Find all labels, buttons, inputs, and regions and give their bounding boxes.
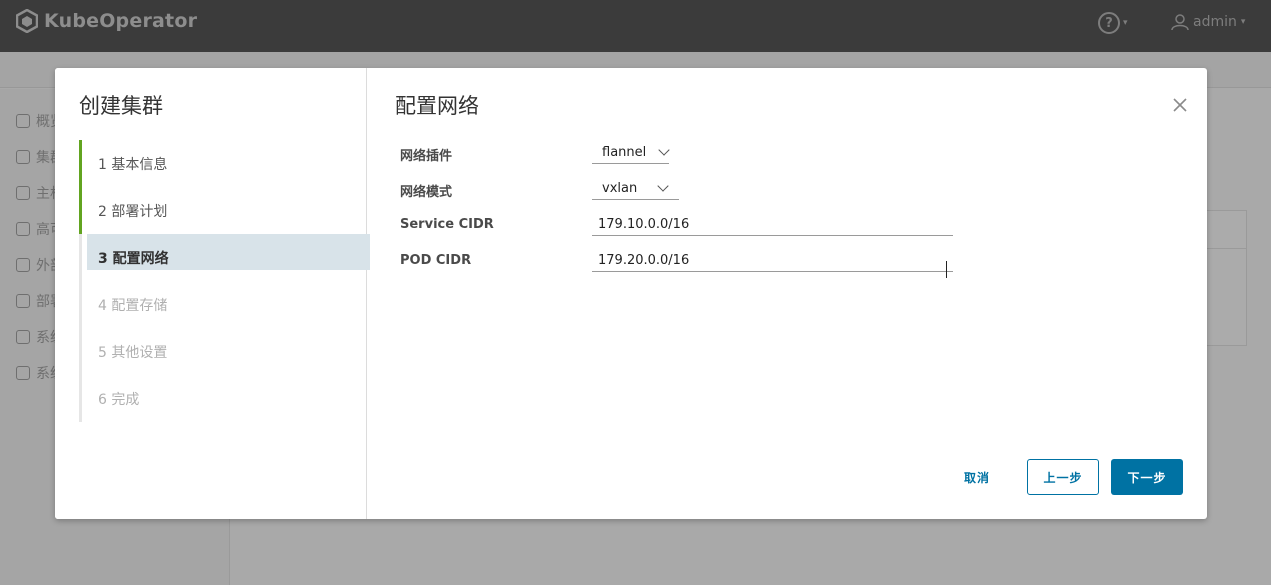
storage-icon [16,258,30,272]
app-logo[interactable]: KubeOperator [16,9,197,33]
background-card [1205,210,1247,346]
copy-icon [16,222,30,236]
network-plugin-label: 网络插件 [400,149,453,164]
chevron-down-icon [658,144,670,156]
step-finish: 6 完成 [79,375,367,422]
create-cluster-wizard: 创建集群 1 基本信息 2 部署计划 3 配置网络 4 配置存储 5 其他设置 … [55,68,1207,519]
help-icon: ? [1098,12,1120,34]
page-title: 配置网络 [395,94,479,118]
dashboard-icon [16,114,30,128]
step-storage-config: 4 配置存储 [79,281,367,328]
list-icon [16,330,30,344]
step-deploy-plan[interactable]: 2 部署计划 [79,187,367,234]
pod-cidr-label: POD CIDR [400,253,472,268]
network-mode-label: 网络模式 [400,185,453,200]
cancel-button[interactable]: 取消 [947,459,1007,495]
user-name: admin [1193,14,1237,30]
step-basic-info[interactable]: 1 基本信息 [79,140,367,187]
text-cursor [946,261,947,278]
help-menu[interactable]: ? ▾ [1098,12,1128,34]
service-cidr-input[interactable] [592,214,953,236]
wizard-content: 配置网络 网络插件 flannel 网络模式 vxlan Service CID… [367,68,1207,519]
previous-button[interactable]: 上一步 [1027,459,1099,495]
wizard-steps: 1 基本信息 2 部署计划 3 配置网络 4 配置存储 5 其他设置 6 完成 [79,140,370,422]
clock-icon [16,294,30,308]
brand-name: KubeOperator [44,10,198,32]
gear-icon [16,366,30,380]
user-icon [1171,14,1189,31]
step-network-config[interactable]: 3 配置网络 [79,234,370,281]
step-other-settings: 5 其他设置 [79,328,367,375]
network-plugin-select[interactable]: flannel [592,142,670,164]
chevron-down-icon: ▾ [1123,18,1128,28]
network-mode-select[interactable]: vxlan [592,178,679,200]
next-button[interactable]: 下一步 [1111,459,1183,495]
pod-cidr-input[interactable] [592,250,953,272]
kubeoperator-logo-icon [16,9,38,33]
user-menu[interactable]: admin ▾ [1171,13,1245,31]
cluster-icon [16,150,30,164]
wizard-step-nav: 创建集群 1 基本信息 2 部署计划 3 配置网络 4 配置存储 5 其他设置 … [55,68,370,519]
wizard-title: 创建集群 [79,94,163,118]
close-icon[interactable] [1169,94,1191,116]
app-header: KubeOperator ? ▾ admin ▾ [0,0,1271,52]
chevron-down-icon: ▾ [1240,17,1246,27]
host-icon [16,186,30,200]
chevron-down-icon [657,180,669,192]
service-cidr-label: Service CIDR [400,217,494,232]
